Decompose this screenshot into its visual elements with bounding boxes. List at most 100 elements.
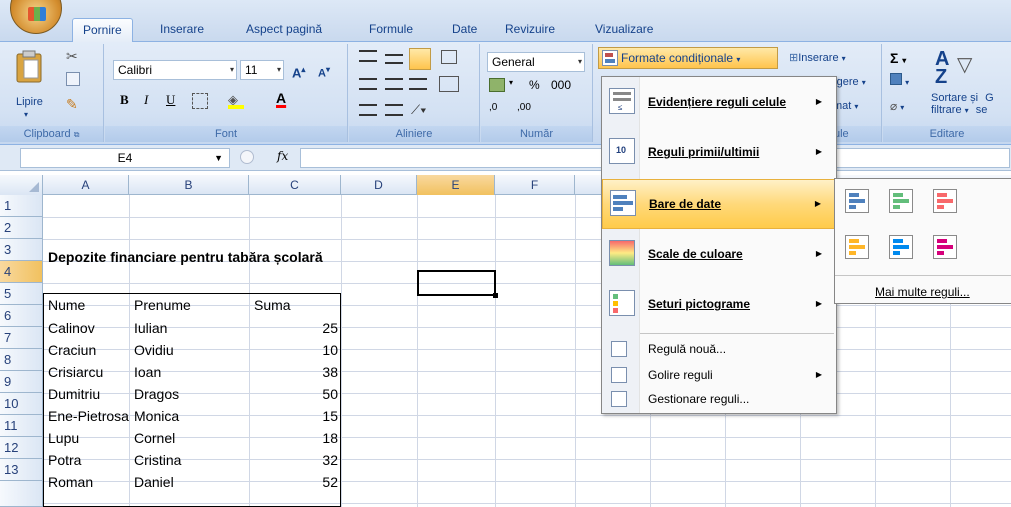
fill-color-button[interactable]: ◈ <box>227 90 261 110</box>
firstname-cell[interactable]: Dragos <box>131 386 249 402</box>
column-header-a[interactable]: A <box>43 175 129 195</box>
row-header-11[interactable]: 11 <box>0 415 43 437</box>
menu-item-highlight-cell-rules[interactable]: ≤ Evidențiere reguli celule ▶ <box>602 79 836 127</box>
column-header-f[interactable]: F <box>495 175 575 195</box>
amount-cell[interactable]: 38 <box>251 364 341 380</box>
row-header-1[interactable]: 1 <box>0 195 43 217</box>
databar-orange-option[interactable] <box>845 235 869 259</box>
row-header-13[interactable]: 13 <box>0 459 43 481</box>
vertical-align-buttons[interactable] <box>359 48 469 70</box>
more-rules-link[interactable]: Mai multe reguli... <box>875 285 970 299</box>
paste-dropdown-icon[interactable]: ▾ <box>24 110 28 119</box>
italic-button[interactable]: I <box>143 90 161 110</box>
sheet-title-cell[interactable]: Depozite financiare pentru tabăra școlar… <box>45 249 323 265</box>
firstname-cell[interactable]: Daniel <box>131 474 249 490</box>
bold-button[interactable]: B <box>119 90 137 110</box>
insert-cells-button[interactable]: ⊞Inserare ▾ <box>788 48 847 68</box>
borders-button[interactable] <box>191 91 209 111</box>
align-bottom-icon[interactable] <box>409 48 431 70</box>
formula-cancel-icon[interactable] <box>240 150 254 164</box>
name-cell[interactable]: Lupu <box>45 430 129 446</box>
align-right-icon[interactable] <box>409 78 427 90</box>
amount-cell[interactable]: 52 <box>251 474 341 490</box>
menu-item-data-bars[interactable]: Bare de date ▶ <box>602 179 836 229</box>
tab-vizualizare[interactable]: Vizualizare <box>585 18 663 42</box>
tab-date[interactable]: Date <box>442 18 487 42</box>
row-header-9[interactable]: 9 <box>0 371 43 393</box>
insert-function-button[interactable]: fx <box>277 149 288 163</box>
menu-item-clear-rules[interactable]: Golire reguli ▶ <box>602 363 836 387</box>
increase-decimal-button[interactable]: ,0 <box>489 102 497 113</box>
align-left-icon[interactable] <box>359 78 377 90</box>
active-cell-e4[interactable] <box>417 270 498 298</box>
number-format-select[interactable]: General ▾ <box>487 52 585 72</box>
firstname-cell[interactable]: Ovidiu <box>131 342 249 358</box>
currency-icon[interactable] <box>489 78 505 92</box>
column-header-c[interactable]: C <box>249 175 341 195</box>
copy-icon[interactable] <box>66 72 80 86</box>
font-size-select[interactable]: 11 ▾ <box>240 60 284 80</box>
row-header-5[interactable]: 5 <box>0 283 43 305</box>
firstname-cell[interactable]: Cornel <box>131 430 249 446</box>
clear-button[interactable]: ⌀ ▾ <box>889 96 905 116</box>
grow-font-button[interactable]: A▴ <box>291 60 315 80</box>
orientation-icon[interactable]: ⟋▾ <box>411 102 426 118</box>
name-cell[interactable]: Roman <box>45 474 129 490</box>
menu-item-new-rule[interactable]: Regulă nouă... <box>602 337 836 361</box>
databar-blue-option[interactable] <box>845 189 869 213</box>
name-cell[interactable]: Ene-Pietrosa <box>45 408 129 424</box>
decimal-buttons[interactable]: ,0 ,00 <box>489 102 589 122</box>
row-header-10[interactable]: 10 <box>0 393 43 415</box>
row-header-8[interactable]: 8 <box>0 349 43 371</box>
thousands-button[interactable]: 000 <box>551 78 571 92</box>
decrease-decimal-button[interactable]: ,00 <box>517 102 531 113</box>
column-header-d[interactable]: D <box>341 175 417 195</box>
menu-item-color-scales[interactable]: Scale de culoare ▶ <box>602 231 836 279</box>
name-cell[interactable]: Dumitriu <box>45 386 129 402</box>
databar-purple-option[interactable] <box>933 235 957 259</box>
tab-pornire[interactable]: Pornire <box>72 18 133 43</box>
number-format-buttons[interactable]: ▾ % 000 <box>489 78 589 98</box>
delete-cells-button[interactable]: rgere ▾ <box>832 72 867 92</box>
row-header-3[interactable]: 3 <box>0 239 43 261</box>
increase-indent-icon[interactable] <box>385 104 403 116</box>
row-header-4[interactable]: 4 <box>0 261 43 283</box>
tab-inserare[interactable]: Inserare <box>150 18 214 42</box>
autosum-button[interactable]: Σ ▾ <box>889 48 907 68</box>
select-all-button[interactable] <box>0 175 43 195</box>
paste-label[interactable]: Lipire <box>16 96 43 108</box>
firstname-cell[interactable]: Cristina <box>131 452 249 468</box>
databar-green-option[interactable] <box>889 189 913 213</box>
name-box[interactable]: E4 ▼ <box>20 148 230 168</box>
menu-item-manage-rules[interactable]: Gestionare reguli... <box>602 387 836 411</box>
underline-button[interactable]: U <box>165 90 183 110</box>
align-top-icon[interactable] <box>359 50 377 62</box>
menu-item-icon-sets[interactable]: Seturi pictograme ▶ <box>602 281 836 329</box>
decrease-indent-icon[interactable] <box>359 104 377 116</box>
merge-center-icon[interactable] <box>439 76 459 92</box>
percent-button[interactable]: % <box>529 78 540 92</box>
name-cell[interactable]: Crisiarcu <box>45 364 129 380</box>
amount-cell[interactable]: 25 <box>251 320 341 336</box>
tab-aspect-pagina[interactable]: Aspect pagină <box>236 18 332 42</box>
cut-icon[interactable]: ✂ <box>66 48 78 65</box>
indent-buttons[interactable]: ⟋▾ <box>359 102 469 122</box>
row-header-6[interactable]: 6 <box>0 305 43 327</box>
row-header-7[interactable]: 7 <box>0 327 43 349</box>
amount-cell[interactable]: 10 <box>251 342 341 358</box>
row-header-2[interactable]: 2 <box>0 217 43 239</box>
clipboard-launcher-icon[interactable]: ⧉ <box>74 130 80 139</box>
font-color-button[interactable]: A <box>275 88 305 108</box>
databar-lightblue-option[interactable] <box>889 235 913 259</box>
firstname-cell[interactable]: Iulian <box>131 320 249 336</box>
amount-cell[interactable]: 50 <box>251 386 341 402</box>
sort-filter-icon[interactable]: AZ <box>935 49 949 87</box>
wrap-text-icon[interactable] <box>441 50 457 64</box>
header-nume-cell[interactable]: Nume <box>45 297 129 313</box>
column-header-e[interactable]: E <box>417 175 495 195</box>
header-prenume-cell[interactable]: Prenume <box>131 297 249 313</box>
firstname-cell[interactable]: Ioan <box>131 364 249 380</box>
column-header-b[interactable]: B <box>129 175 249 195</box>
office-button[interactable] <box>10 0 62 34</box>
amount-cell[interactable]: 32 <box>251 452 341 468</box>
